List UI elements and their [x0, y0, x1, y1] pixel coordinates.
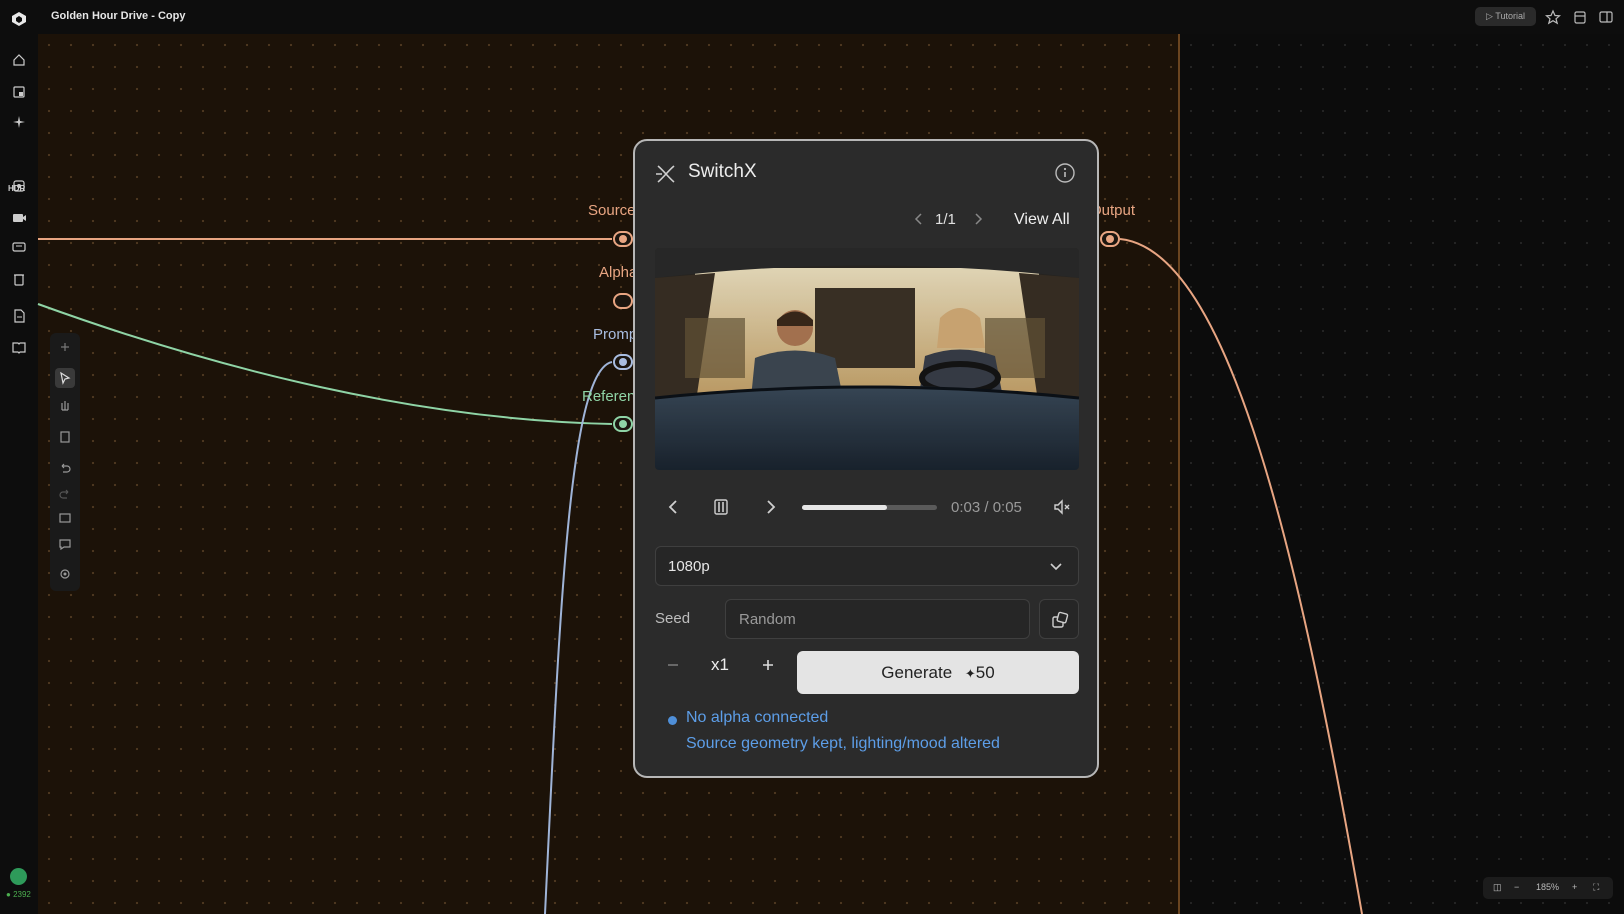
- video-progress-bar[interactable]: [802, 505, 937, 510]
- pause-icon[interactable]: [711, 497, 731, 517]
- zoom-in-button[interactable]: +: [1572, 882, 1577, 892]
- output-port[interactable]: [1100, 231, 1120, 247]
- status-dot: [668, 716, 677, 725]
- plus-icon[interactable]: [57, 339, 73, 355]
- prompt-port-dot: [619, 358, 627, 366]
- source-port[interactable]: [613, 231, 633, 247]
- zoom-level[interactable]: 185%: [1536, 882, 1559, 892]
- zoom-controls: ◫ − 185% + ⛶: [1483, 877, 1613, 899]
- generate-cost: 50: [975, 663, 995, 682]
- generate-button[interactable]: Generate ✦50: [797, 651, 1079, 694]
- page-icon[interactable]: [57, 429, 73, 445]
- zoom-out-button[interactable]: −: [1514, 882, 1519, 892]
- status-line-alpha: No alpha connected: [686, 709, 829, 726]
- mute-icon[interactable]: [1052, 497, 1072, 517]
- comment-icon[interactable]: [57, 536, 73, 552]
- prompt-wire: [544, 361, 613, 914]
- source-port-dot: [619, 235, 627, 243]
- next-frame-icon[interactable]: [760, 497, 780, 517]
- node-title: SwitchX: [688, 161, 757, 182]
- random-seed-button[interactable]: [1039, 599, 1079, 639]
- canvas-toolbar: [50, 333, 80, 591]
- chevron-down-icon: [1050, 563, 1062, 571]
- video-time: 0:03 / 0:05: [951, 499, 1022, 516]
- plus-icon[interactable]: [760, 657, 776, 673]
- switchx-icon: [656, 165, 675, 183]
- switchx-node[interactable]: SwitchX 1/1 View All 0:03 / 0:05 1080p S…: [633, 139, 1099, 778]
- seed-input[interactable]: [725, 599, 1030, 639]
- image-icon[interactable]: [57, 510, 73, 526]
- previous-frame-icon[interactable]: [664, 497, 684, 517]
- video-progress-fill: [802, 505, 888, 510]
- redo-icon[interactable]: [57, 486, 73, 502]
- chevron-right-icon[interactable]: [972, 212, 984, 226]
- resolution-select[interactable]: 1080p: [655, 546, 1079, 586]
- pointer-tool[interactable]: [55, 368, 75, 388]
- minimap-icon[interactable]: ◫: [1493, 882, 1502, 893]
- sparkle-small-icon: ✦: [964, 666, 976, 681]
- fullscreen-icon[interactable]: ⛶: [1593, 882, 1599, 893]
- generate-label: Generate: [881, 663, 953, 682]
- video-preview[interactable]: [655, 248, 1079, 470]
- hand-icon[interactable]: [57, 397, 73, 413]
- view-all-link[interactable]: View All: [1014, 211, 1070, 229]
- chevron-left-icon[interactable]: [913, 212, 925, 226]
- car-scene-image: [655, 248, 1079, 470]
- output-port-dot: [1106, 235, 1114, 243]
- alpha-port[interactable]: [613, 293, 633, 309]
- dice-icon: [1052, 611, 1069, 628]
- alpha-port-label: Alpha: [599, 264, 638, 281]
- pager-count: 1/1: [935, 211, 956, 228]
- output-wire: [1119, 238, 1363, 914]
- minus-icon[interactable]: [665, 657, 681, 673]
- reference-port-dot: [619, 420, 627, 428]
- prompt-port[interactable]: [613, 354, 633, 370]
- status-line-description: Source geometry kept, lighting/mood alte…: [686, 735, 1000, 752]
- undo-icon[interactable]: [57, 460, 73, 476]
- seed-label: Seed: [655, 610, 691, 627]
- reference-wire: [37, 303, 613, 425]
- gear-icon[interactable]: [57, 566, 73, 582]
- pointer-icon: [60, 371, 71, 385]
- info-icon[interactable]: [1054, 162, 1076, 184]
- batch-count: x1: [711, 655, 729, 674]
- reference-port[interactable]: [613, 416, 633, 432]
- resolution-value: 1080p: [668, 558, 710, 575]
